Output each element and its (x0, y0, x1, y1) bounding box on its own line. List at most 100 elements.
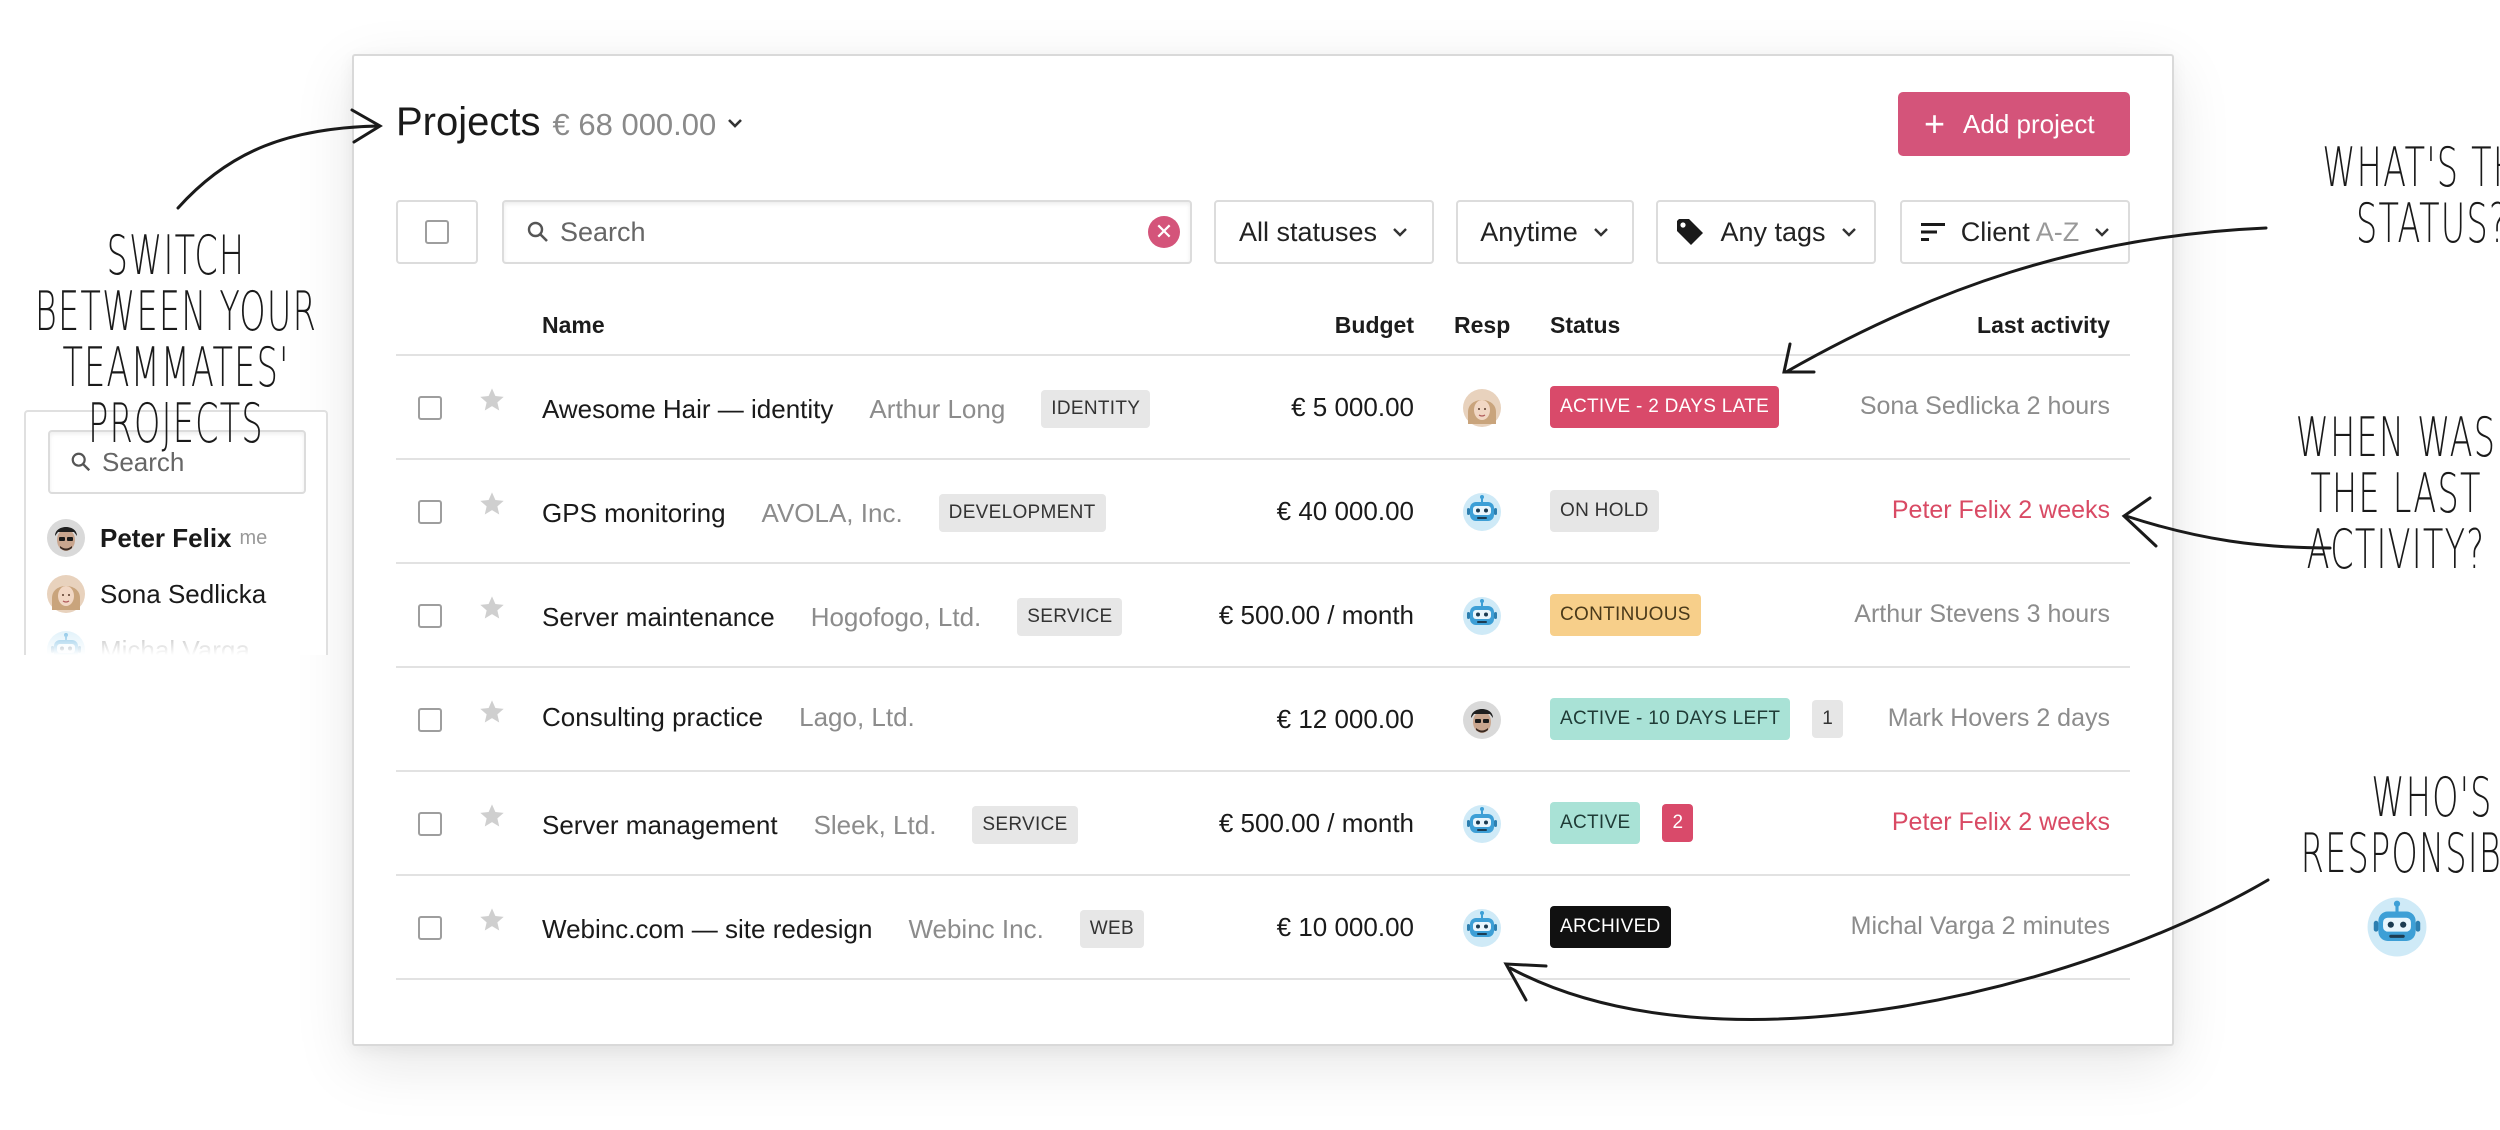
last-activity: Peter Felix 2 weeks (1891, 496, 2110, 524)
project-name[interactable]: Server maintenance (542, 602, 775, 633)
annotation-switch: Switch between your teammates' projects (34, 224, 318, 456)
client-name: AVOLA, Inc. (761, 497, 903, 528)
last-activity: Mark Hovers 2 days (1887, 704, 2110, 732)
row-checkbox[interactable] (418, 812, 442, 836)
row-checkbox[interactable] (418, 500, 442, 524)
avatar (46, 630, 86, 655)
search-input[interactable] (560, 216, 1120, 248)
budget-value: € 40 000.00 (1276, 496, 1414, 526)
client-name: Arthur Long (869, 393, 1006, 424)
table-row[interactable]: Consulting practice Lago, Ltd. € 12 000.… (396, 668, 2130, 772)
last-activity: Peter Felix 2 weeks (1891, 808, 2110, 836)
project-name[interactable]: Consulting practice (542, 702, 763, 733)
project-name[interactable]: Server management (542, 810, 778, 841)
status-badge[interactable]: ACTIVE - 2 DAYS LATE (1550, 386, 1780, 428)
column-budget[interactable]: Budget (1335, 312, 1414, 339)
column-last-activity[interactable]: Last activity (1977, 312, 2110, 339)
last-activity: Sona Sedlicka 2 hours (1859, 392, 2110, 420)
project-tag[interactable]: IDENTITY (1041, 390, 1151, 428)
add-project-label: Add project (1963, 108, 2095, 139)
project-name[interactable]: Webinc.com — site redesign (542, 914, 872, 945)
row-checkbox[interactable] (418, 396, 442, 420)
clear-search-icon[interactable]: ✕ (1148, 216, 1180, 248)
row-checkbox[interactable] (418, 708, 442, 732)
project-name-cell: GPS monitoring AVOLA, Inc. DEVELOPMENT (542, 494, 1106, 532)
select-all-checkbox[interactable] (396, 200, 478, 264)
search-box[interactable]: ✕ (502, 200, 1192, 264)
annotation-status: What's the status? (2322, 136, 2500, 256)
column-name[interactable]: Name (542, 312, 605, 339)
budget-value: € 5 000.00 (1291, 392, 1414, 422)
status-badge[interactable]: ACTIVE - 10 DAYS LEFT (1550, 698, 1791, 740)
last-activity: Michal Varga 2 minutes (1850, 912, 2110, 940)
row-checkbox[interactable] (418, 604, 442, 628)
client-name: Hogofogo, Ltd. (810, 601, 982, 632)
status-badge[interactable]: ACTIVE (1550, 802, 1641, 844)
project-name[interactable]: Awesome Hair — identity (542, 394, 833, 425)
project-tag[interactable]: WEB (1079, 910, 1144, 948)
time-filter-label: Anytime (1480, 216, 1578, 247)
sort-icon (1920, 223, 1945, 241)
responsible-avatar[interactable] (1462, 700, 1502, 740)
row-checkbox[interactable] (418, 916, 442, 940)
table-row[interactable]: GPS monitoring AVOLA, Inc. DEVELOPMENT €… (396, 460, 2130, 564)
sort-order: A-Z (2035, 216, 2080, 247)
status-badge[interactable]: CONTINUOUS (1550, 594, 1701, 636)
teammate-item[interactable]: Peter Felix me (46, 518, 267, 558)
count-badge: 2 (1662, 804, 1694, 842)
tags-filter-label: Any tags (1720, 216, 1826, 247)
status-badge[interactable]: ARCHIVED (1550, 906, 1671, 948)
star-icon[interactable] (478, 802, 506, 830)
sort-dropdown[interactable]: Client A-Z (1900, 200, 2130, 264)
status-cell: ACTIVE - 10 DAYS LEFT 1 (1550, 698, 1843, 740)
count-badge: 1 (1812, 700, 1843, 738)
status-badge[interactable]: ON HOLD (1550, 490, 1659, 532)
page-title: Projects (396, 100, 541, 144)
status-cell: ARCHIVED (1550, 906, 1671, 948)
chevron-down-icon[interactable] (722, 113, 748, 133)
responsible-avatar[interactable] (1462, 492, 1502, 532)
table-row[interactable]: Server management Sleek, Ltd. SERVICE € … (396, 772, 2130, 876)
teammate-item[interactable]: Sona Sedlicka (46, 574, 266, 614)
project-tag[interactable]: DEVELOPMENT (938, 494, 1106, 532)
project-name[interactable]: GPS monitoring (542, 498, 726, 529)
chevron-down-icon (1593, 228, 1608, 237)
chevron-down-icon (1393, 228, 1407, 237)
table-row[interactable]: Server maintenance Hogofogo, Ltd. SERVIC… (396, 564, 2130, 668)
column-resp[interactable]: Resp (1454, 312, 1510, 339)
time-filter-dropdown[interactable]: Anytime (1456, 200, 1634, 264)
filter-bar: ✕ All statuses Anytime Any tags Client A… (354, 200, 2172, 266)
column-status[interactable]: Status (1550, 312, 1620, 339)
star-icon[interactable] (478, 594, 506, 622)
table-row[interactable]: Awesome Hair — identity Arthur Long IDEN… (396, 356, 2130, 460)
avatar (46, 518, 86, 558)
star-icon[interactable] (478, 386, 506, 414)
project-name-cell: Consulting practice Lago, Ltd. (542, 702, 915, 733)
responsible-avatar[interactable] (1462, 596, 1502, 636)
responsible-avatar[interactable] (1462, 388, 1502, 428)
project-tag[interactable]: SERVICE (972, 806, 1078, 844)
star-icon[interactable] (478, 906, 506, 934)
star-icon[interactable] (478, 490, 506, 518)
avatar (46, 574, 86, 614)
project-name-cell: Awesome Hair — identity Arthur Long IDEN… (542, 390, 1151, 428)
responsible-avatar[interactable] (1462, 804, 1502, 844)
star-icon[interactable] (478, 698, 506, 726)
robot-avatar-icon (2366, 896, 2428, 958)
project-name-cell: Webinc.com — site redesign Webinc Inc. W… (542, 910, 1144, 948)
project-tag[interactable]: SERVICE (1017, 598, 1123, 636)
add-project-button[interactable]: + Add project (1898, 92, 2130, 156)
title-row: Projects € 68 000.00 (396, 100, 748, 145)
table-header: Name Budget Resp Status Last activity (396, 302, 2130, 356)
teammate-item[interactable]: Michal Varga (46, 630, 250, 655)
checkbox[interactable] (425, 220, 449, 244)
status-filter-label: All statuses (1238, 216, 1378, 247)
total-budget-dropdown[interactable]: € 68 000.00 (553, 107, 717, 143)
table-row[interactable]: Webinc.com — site redesign Webinc Inc. W… (396, 876, 2130, 980)
tags-filter-dropdown[interactable]: Any tags (1656, 200, 1876, 264)
budget-value: € 12 000.00 (1276, 704, 1414, 734)
responsible-avatar[interactable] (1462, 908, 1502, 948)
annotation-responsible: Who's responsible? (2300, 766, 2500, 886)
status-filter-dropdown[interactable]: All statuses (1214, 200, 1434, 264)
teammate-name: Michal Varga (100, 634, 250, 656)
